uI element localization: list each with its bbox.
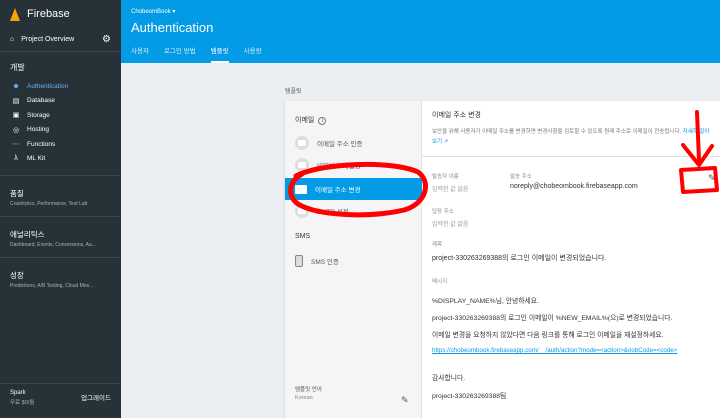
sender-name-label: 발송자 이름 — [432, 174, 459, 180]
project-selector[interactable]: ChobeomBook ▾ — [131, 8, 175, 15]
header: ChobeomBook ▾ Authentication 사용자 로그인 방법 … — [121, 0, 720, 63]
gear-icon[interactable]: ⚙ — [102, 34, 111, 45]
template-language: 템플릿 언어 Korean — [295, 385, 322, 401]
envelope-icon — [295, 184, 307, 194]
firebase-console: Firebase ⌂ Project Overview ⚙ 개발 ☻ Authe… — [0, 0, 720, 418]
sidebar-item-label: ML Kit — [27, 155, 46, 163]
template-item-email-change[interactable]: 이메일 주소 변경 — [285, 178, 422, 200]
reply-to-value: 입력한 값 없음 — [432, 222, 469, 228]
tab-users[interactable]: 사용자 — [131, 45, 149, 63]
people-icon: ☻ — [12, 82, 20, 90]
template-list: 이메일 i 이메일 주소 인증 비밀번호 재설정 이메일 주소 변경 SMTP 설… — [285, 101, 422, 418]
message-line: 이메일 변경을 요청하지 않았다면 다음 링크를 통해 로그인 이메일을 재설정… — [432, 332, 664, 339]
sms-heading: SMS — [295, 233, 311, 240]
sidebar-group-subtitle: Crashlytics, Performance, Test Lab — [10, 201, 88, 207]
template-detail: 이메일 주소 변경 보안을 위해 사용자가 이메일 주소를 변경하면 변경사항을… — [422, 101, 720, 418]
template-item-label: SMS 인증 — [311, 259, 339, 266]
plan-footer: Spark 무료 $0/월 업그레이드 — [0, 383, 121, 418]
template-item-label: 이메일 주소 변경 — [315, 187, 361, 194]
section-label: 템플릿 — [285, 89, 302, 95]
message-label: 메시지 — [432, 279, 448, 285]
sidebar-group-quality[interactable]: 품질 Crashlytics, Performance, Test Lab — [0, 176, 121, 207]
sender-address-value: noreply@chobeombook.firebaseapp.com — [510, 183, 638, 190]
sidebar-item-database[interactable]: ▤ Database — [0, 94, 121, 109]
develop-section-title: 개발 — [10, 63, 25, 72]
tab-bar: 사용자 로그인 방법 템플릿 사용량 — [131, 45, 262, 63]
sidebar-item-mlkit[interactable]: λ ML Kit — [0, 152, 121, 167]
database-icon: ▤ — [12, 97, 20, 105]
divider — [422, 156, 720, 157]
brand-label: Firebase — [27, 8, 70, 20]
home-icon: ⌂ — [10, 36, 15, 43]
mlkit-icon: λ — [14, 155, 18, 163]
project-overview-label: Project Overview — [21, 36, 75, 43]
envelope-icon — [295, 136, 309, 150]
project-overview-link[interactable]: ⌂ Project Overview ⚙ — [0, 28, 121, 52]
sidebar-item-label: Hosting — [27, 126, 50, 134]
sidebar-item-hosting[interactable]: ◎ Hosting — [0, 123, 121, 138]
message-line: %DISPLAY_NAME%님, 안녕하세요. — [432, 298, 539, 305]
sidebar-item-label: Storage — [27, 111, 50, 119]
template-title: 이메일 주소 변경 — [432, 112, 481, 119]
hosting-icon: ◎ — [12, 126, 20, 134]
template-item-label: 비밀번호 재설정 — [317, 163, 361, 170]
templates-card: 이메일 i 이메일 주소 인증 비밀번호 재설정 이메일 주소 변경 SMTP 설… — [285, 101, 720, 418]
sidebar-item-authentication[interactable]: ☻ Authentication — [0, 79, 121, 94]
template-language-label: 템플릿 언어 — [295, 387, 322, 393]
edit-language-pencil-icon[interactable]: ✎ — [401, 395, 409, 406]
email-heading-label: 이메일 — [295, 117, 315, 124]
sender-address-label: 발송 주소 — [510, 174, 532, 180]
tab-templates[interactable]: 템플릿 — [210, 45, 229, 63]
chevron-down-icon: ▾ — [172, 9, 176, 15]
sender-name-value: 입력한 값 없음 — [432, 187, 469, 193]
sidebar-item-label: Functions — [27, 140, 56, 148]
message-line: project-330263269388팀 — [432, 393, 507, 400]
sidebar-group-title: 애널리틱스 — [10, 230, 45, 239]
brand[interactable]: Firebase — [0, 0, 121, 28]
sidebar-item-label: Authentication — [27, 82, 69, 90]
sidebar-group-grow[interactable]: 성장 Predictions, A/B Testing, Cloud Mes..… — [0, 258, 121, 289]
page-title: Authentication — [131, 20, 214, 35]
external-link-icon: ↗ — [443, 139, 449, 145]
template-description: 보안을 위해 사용자가 이메일 주소를 변경하면 변경사항을 검토할 수 있도록… — [432, 127, 714, 147]
template-item-email-verification[interactable]: 이메일 주소 인증 — [285, 133, 422, 153]
upgrade-button[interactable]: 업그레이드 — [81, 392, 111, 402]
sidebar-group-subtitle: Dashboard, Events, Conversions, Au... — [10, 242, 96, 248]
phone-icon — [295, 255, 303, 267]
functions-icon: ⋯ — [12, 141, 20, 149]
message-action-link[interactable]: https://chobeombook.firebaseapp.com/__/a… — [432, 346, 714, 355]
template-language-value: Korean — [295, 395, 313, 401]
firebase-logo-icon — [10, 7, 20, 21]
edit-template-pencil-icon[interactable]: ✎ — [708, 173, 716, 184]
template-item-smtp[interactable]: SMTP 설정 — [285, 201, 422, 221]
sidebar-group-analytics[interactable]: 애널리틱스 Dashboard, Events, Conversions, Au… — [0, 217, 121, 248]
tab-sign-in-method[interactable]: 로그인 방법 — [164, 45, 196, 63]
tab-usage[interactable]: 사용량 — [244, 45, 262, 63]
template-description-text: 보안을 위해 사용자가 이메일 주소를 변경하면 변경사항을 검토할 수 있도록… — [432, 129, 682, 135]
sidebar-group-title: 성장 — [10, 271, 24, 280]
sidebar-item-storage[interactable]: ▣ Storage — [0, 108, 121, 123]
template-item-password-reset[interactable]: 비밀번호 재설정 — [285, 155, 422, 175]
reply-to-label: 답장 주소 — [432, 209, 454, 215]
sidebar-item-functions[interactable]: ⋯ Functions — [0, 137, 121, 152]
sidebar-group-subtitle: Predictions, A/B Testing, Cloud Mes... — [10, 283, 94, 289]
sidebar-group-title: 품질 — [10, 189, 24, 198]
template-item-sms-verification[interactable]: SMS 인증 — [285, 251, 422, 271]
envelope-icon — [295, 204, 309, 218]
email-heading: 이메일 i — [295, 115, 327, 125]
template-item-label: 이메일 주소 인증 — [317, 141, 363, 148]
sidebar: Firebase ⌂ Project Overview ⚙ 개발 ☻ Authe… — [0, 0, 121, 418]
storage-icon: ▣ — [12, 112, 20, 120]
sidebar-item-label: Database — [27, 97, 55, 105]
info-icon[interactable]: i — [318, 117, 327, 125]
message-line: 감사합니다. — [432, 375, 466, 382]
subject-value: project-330263269388의 로그인 이메일이 변경되었습니다. — [432, 255, 607, 262]
message-line: project-330263269388의 로그인 이메일이 %NEW_EMAI… — [432, 315, 673, 322]
subject-label: 제목 — [432, 242, 443, 248]
template-item-label: SMTP 설정 — [317, 209, 349, 216]
project-name: ChobeomBook — [131, 9, 171, 15]
envelope-icon — [295, 158, 309, 172]
